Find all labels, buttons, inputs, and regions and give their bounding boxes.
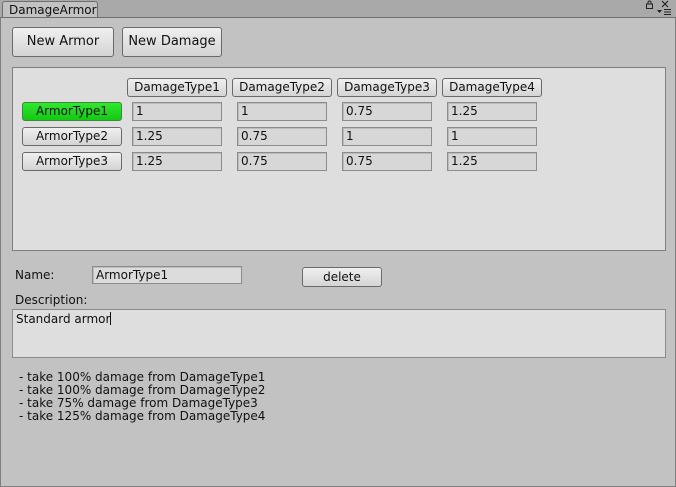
close-icon[interactable] <box>659 0 670 8</box>
multiplier-field[interactable]: 1 <box>237 102 327 121</box>
multiplier-field[interactable]: 0.75 <box>342 102 432 121</box>
new-armor-button[interactable]: New Armor <box>12 27 114 57</box>
armor-type-button-1[interactable]: ArmorType1 <box>22 102 122 121</box>
name-label: Name: <box>15 268 55 282</box>
multiplier-field[interactable]: 1.25 <box>132 152 222 171</box>
delete-button[interactable]: delete <box>302 267 382 287</box>
armor-type-button-2[interactable]: ArmorType2 <box>22 127 122 146</box>
armor-type-button-3[interactable]: ArmorType3 <box>22 152 122 171</box>
lock-icon[interactable] <box>644 0 655 9</box>
tab-strip <box>0 0 676 17</box>
new-damage-button[interactable]: New Damage <box>122 27 222 57</box>
multiplier-field[interactable]: 1 <box>447 127 537 146</box>
text-cursor <box>110 312 112 325</box>
damage-type-header-2[interactable]: DamageType2 <box>232 78 332 97</box>
damage-type-header-3[interactable]: DamageType3 <box>337 78 437 97</box>
multiplier-field[interactable]: 0.75 <box>237 127 327 146</box>
description-label: Description: <box>15 293 88 307</box>
menu-icon[interactable] <box>656 8 672 17</box>
description-text: Standard armor <box>16 312 111 326</box>
window-tab[interactable]: DamageArmor <box>2 1 98 18</box>
damage-type-header-1[interactable]: DamageType1 <box>127 78 227 97</box>
multiplier-field[interactable]: 1.25 <box>132 127 222 146</box>
multiplier-field[interactable]: 0.75 <box>237 152 327 171</box>
window-tab-title: DamageArmor <box>9 3 97 17</box>
multiplier-field[interactable]: 1.25 <box>447 102 537 121</box>
summary-line: - take 125% damage from DamageType4 <box>19 409 266 423</box>
multiplier-field[interactable]: 1.25 <box>447 152 537 171</box>
multiplier-field[interactable]: 1 <box>132 102 222 121</box>
multiplier-field[interactable]: 0.75 <box>342 152 432 171</box>
name-field[interactable]: ArmorType1 <box>92 266 242 284</box>
damage-type-header-4[interactable]: DamageType4 <box>442 78 542 97</box>
multiplier-field[interactable]: 1 <box>342 127 432 146</box>
description-field[interactable]: Standard armor <box>12 309 666 358</box>
